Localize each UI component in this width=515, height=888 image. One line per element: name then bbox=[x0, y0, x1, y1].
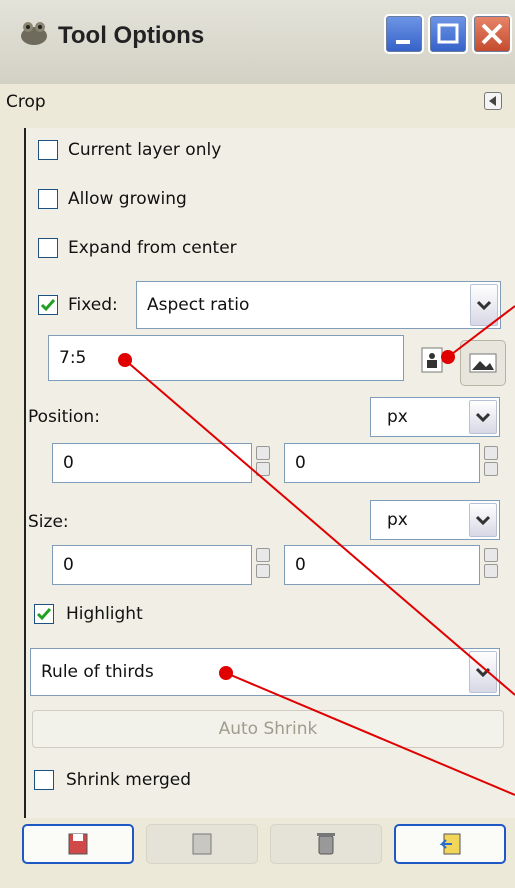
fixed-label: Fixed: bbox=[68, 295, 118, 315]
position-label: Position: bbox=[28, 407, 100, 427]
size-label: Size: bbox=[28, 512, 69, 532]
size-h-value: 0 bbox=[295, 555, 306, 575]
spin-up-icon[interactable] bbox=[256, 548, 270, 562]
position-x-value: 0 bbox=[63, 453, 74, 473]
shrink-merged-label: Shrink merged bbox=[66, 770, 192, 790]
dropdown-button[interactable] bbox=[469, 400, 497, 434]
portrait-button[interactable] bbox=[420, 347, 444, 373]
save-options-button[interactable] bbox=[22, 824, 134, 864]
window-title: Tool Options bbox=[58, 22, 205, 49]
allow-growing-label: Allow growing bbox=[68, 189, 187, 209]
spin-down-icon[interactable] bbox=[484, 564, 498, 578]
checkmark-icon bbox=[40, 299, 56, 312]
triangle-left-icon bbox=[489, 96, 496, 106]
title-bar[interactable]: Tool Options bbox=[0, 0, 515, 84]
ratio-input[interactable]: 7:5 bbox=[48, 335, 404, 381]
minimize-button[interactable] bbox=[384, 14, 424, 54]
auto-shrink-button[interactable]: Auto Shrink bbox=[32, 710, 504, 748]
maximize-button[interactable] bbox=[428, 14, 468, 54]
panel-title: Crop bbox=[6, 92, 46, 112]
spin-down-icon[interactable] bbox=[484, 462, 498, 476]
tool-options-window: Tool Options Crop Current layer only All… bbox=[0, 0, 515, 888]
restore-options-button[interactable] bbox=[146, 824, 258, 864]
spin-down-icon[interactable] bbox=[256, 564, 270, 578]
shrink-merged-checkbox[interactable] bbox=[34, 770, 54, 790]
dropdown-button[interactable] bbox=[469, 651, 497, 693]
ratio-value: 7:5 bbox=[59, 348, 87, 368]
chevron-down-icon bbox=[476, 667, 490, 677]
size-unit-value: px bbox=[387, 510, 408, 530]
chevron-down-icon bbox=[477, 300, 491, 310]
gimp-wilber-icon bbox=[21, 22, 47, 45]
position-y-input[interactable]: 0 bbox=[284, 443, 480, 483]
chevron-down-icon bbox=[476, 412, 490, 422]
spin-down-icon[interactable] bbox=[256, 462, 270, 476]
size-w-input[interactable]: 0 bbox=[52, 545, 252, 585]
size-h-input[interactable]: 0 bbox=[284, 545, 480, 585]
trash-icon bbox=[317, 833, 335, 855]
panel-menu-button[interactable] bbox=[484, 92, 502, 110]
fixed-mode-value: Aspect ratio bbox=[147, 295, 250, 315]
dropdown-button[interactable] bbox=[470, 284, 498, 326]
close-button[interactable] bbox=[472, 14, 512, 54]
restore-icon bbox=[192, 833, 212, 855]
checkmark-icon bbox=[36, 608, 52, 621]
position-x-input[interactable]: 0 bbox=[52, 443, 252, 483]
chevron-down-icon bbox=[476, 515, 490, 525]
guides-value: Rule of thirds bbox=[41, 662, 154, 682]
dropdown-button[interactable] bbox=[469, 503, 497, 537]
spin-up-icon[interactable] bbox=[484, 548, 498, 562]
spin-up-icon[interactable] bbox=[256, 446, 270, 460]
guides-select[interactable]: Rule of thirds bbox=[30, 648, 500, 696]
position-unit-value: px bbox=[387, 407, 408, 427]
position-unit-select[interactable]: px bbox=[370, 397, 500, 437]
highlight-checkbox[interactable] bbox=[34, 604, 54, 624]
current-layer-only-checkbox[interactable] bbox=[38, 140, 58, 160]
expand-from-center-label: Expand from center bbox=[68, 238, 237, 258]
maximize-icon bbox=[437, 23, 459, 44]
size-unit-select[interactable]: px bbox=[370, 500, 500, 540]
current-layer-only-label: Current layer only bbox=[68, 140, 222, 160]
auto-shrink-label: Auto Shrink bbox=[218, 719, 318, 739]
spin-up-icon[interactable] bbox=[484, 446, 498, 460]
highlight-label: Highlight bbox=[66, 604, 143, 624]
delete-options-button[interactable] bbox=[270, 824, 382, 864]
size-w-spinner[interactable] bbox=[256, 548, 270, 580]
position-y-spinner[interactable] bbox=[484, 446, 498, 478]
landscape-button[interactable] bbox=[460, 340, 506, 386]
save-icon bbox=[68, 833, 88, 855]
position-y-value: 0 bbox=[295, 453, 306, 473]
landscape-icon bbox=[469, 353, 497, 373]
fixed-mode-select[interactable]: Aspect ratio bbox=[136, 281, 501, 329]
size-w-value: 0 bbox=[63, 555, 74, 575]
size-h-spinner[interactable] bbox=[484, 548, 498, 580]
position-x-spinner[interactable] bbox=[256, 446, 270, 478]
close-icon bbox=[481, 23, 503, 45]
minimize-icon bbox=[396, 40, 410, 44]
reset-icon bbox=[439, 833, 461, 855]
portrait-icon bbox=[421, 347, 443, 373]
expand-from-center-checkbox[interactable] bbox=[38, 238, 58, 258]
reset-options-button[interactable] bbox=[394, 824, 506, 864]
fixed-checkbox[interactable] bbox=[38, 295, 58, 315]
allow-growing-checkbox[interactable] bbox=[38, 189, 58, 209]
